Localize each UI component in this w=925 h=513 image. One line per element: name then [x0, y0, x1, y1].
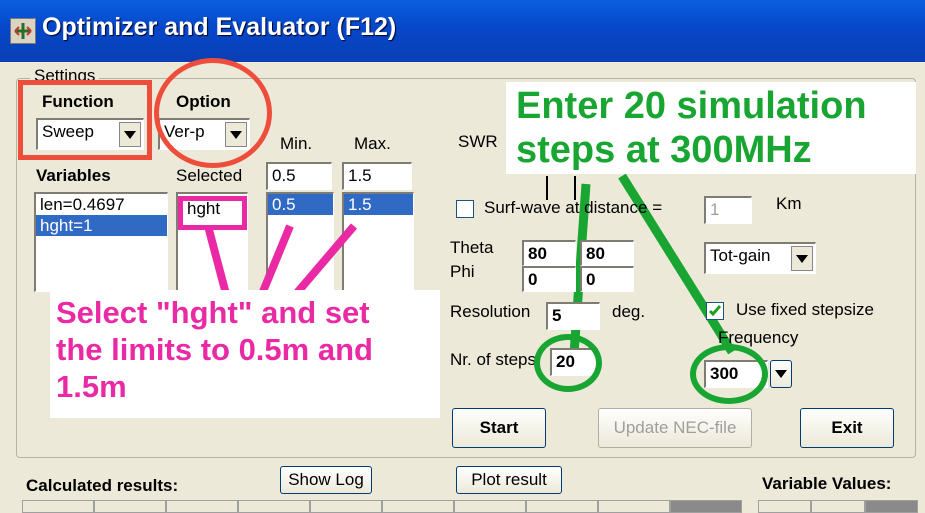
theta-from-input[interactable]: 80	[522, 240, 576, 266]
column-header[interactable]	[454, 500, 526, 513]
swr-slider-tick	[546, 176, 548, 200]
pink-instruction-line: 1.5m	[56, 369, 127, 404]
surf-wave-distance-input[interactable]: 1	[704, 196, 752, 224]
theta-to-input[interactable]: 80	[580, 240, 634, 266]
check-icon	[708, 305, 722, 317]
swr-label: SWR	[458, 132, 498, 151]
show-log-button[interactable]: Show Log	[280, 466, 372, 494]
steps-highlight-circle	[534, 334, 602, 392]
frequency-dropdown-button[interactable]	[770, 360, 792, 388]
column-header[interactable]	[598, 500, 670, 513]
fixed-stepsize-checkbox[interactable]	[706, 302, 724, 320]
column-header[interactable]	[526, 500, 598, 513]
pink-instruction-callout: Select "hght" and set the limits to 0.5m…	[50, 290, 440, 418]
column-header[interactable]	[864, 500, 918, 513]
column-header[interactable]	[811, 500, 865, 513]
green-instruction-line: Enter 20 simulation	[516, 85, 867, 127]
km-label: Km	[776, 194, 802, 213]
plot-result-button[interactable]: Plot result	[456, 466, 562, 494]
update-nec-button[interactable]: Update NEC-file	[598, 408, 752, 448]
chevron-down-icon[interactable]	[791, 246, 813, 271]
green-instruction-line: steps at 300MHz	[516, 129, 812, 171]
phi-to-input[interactable]: 0	[580, 266, 634, 292]
column-header[interactable]	[94, 500, 166, 513]
start-button[interactable]: Start	[452, 408, 546, 448]
green-instruction-callout: Enter 20 simulation steps at 300MHz	[506, 82, 916, 174]
resolution-input[interactable]: 5	[546, 302, 600, 330]
theta-label: Theta	[450, 238, 494, 257]
pink-instruction-line: the limits to 0.5m and	[56, 332, 373, 367]
results-table-header	[22, 500, 742, 513]
surf-wave-label: Surf-wave at distance =	[484, 198, 663, 217]
swr-slider-tick	[574, 176, 576, 200]
variable-values-label: Variable Values:	[762, 474, 892, 493]
column-header[interactable]	[382, 500, 454, 513]
gain-select-value: Tot-gain	[710, 246, 771, 265]
resolution-label: Resolution	[450, 302, 531, 321]
frequency-highlight-circle	[690, 344, 768, 404]
column-header[interactable]	[670, 500, 742, 513]
calculated-results-label: Calculated results:	[26, 476, 179, 495]
gain-select[interactable]: Tot-gain	[704, 242, 816, 274]
column-header[interactable]	[238, 500, 310, 513]
chevron-down-icon	[775, 370, 787, 378]
pink-instruction-line: Select "hght" and set	[56, 295, 370, 330]
fixed-stepsize-label: Use fixed stepsize	[736, 300, 874, 319]
steps-label: Nr. of steps	[450, 350, 536, 369]
deg-label: deg.	[612, 302, 646, 321]
exit-button[interactable]: Exit	[800, 408, 894, 448]
phi-from-input[interactable]: 0	[522, 266, 576, 292]
column-header[interactable]	[758, 500, 812, 513]
surf-wave-checkbox[interactable]	[456, 200, 474, 218]
column-header[interactable]	[310, 500, 382, 513]
column-header[interactable]	[22, 500, 94, 513]
phi-label: Phi	[450, 262, 475, 281]
column-header[interactable]	[166, 500, 238, 513]
variable-values-header	[758, 500, 918, 513]
